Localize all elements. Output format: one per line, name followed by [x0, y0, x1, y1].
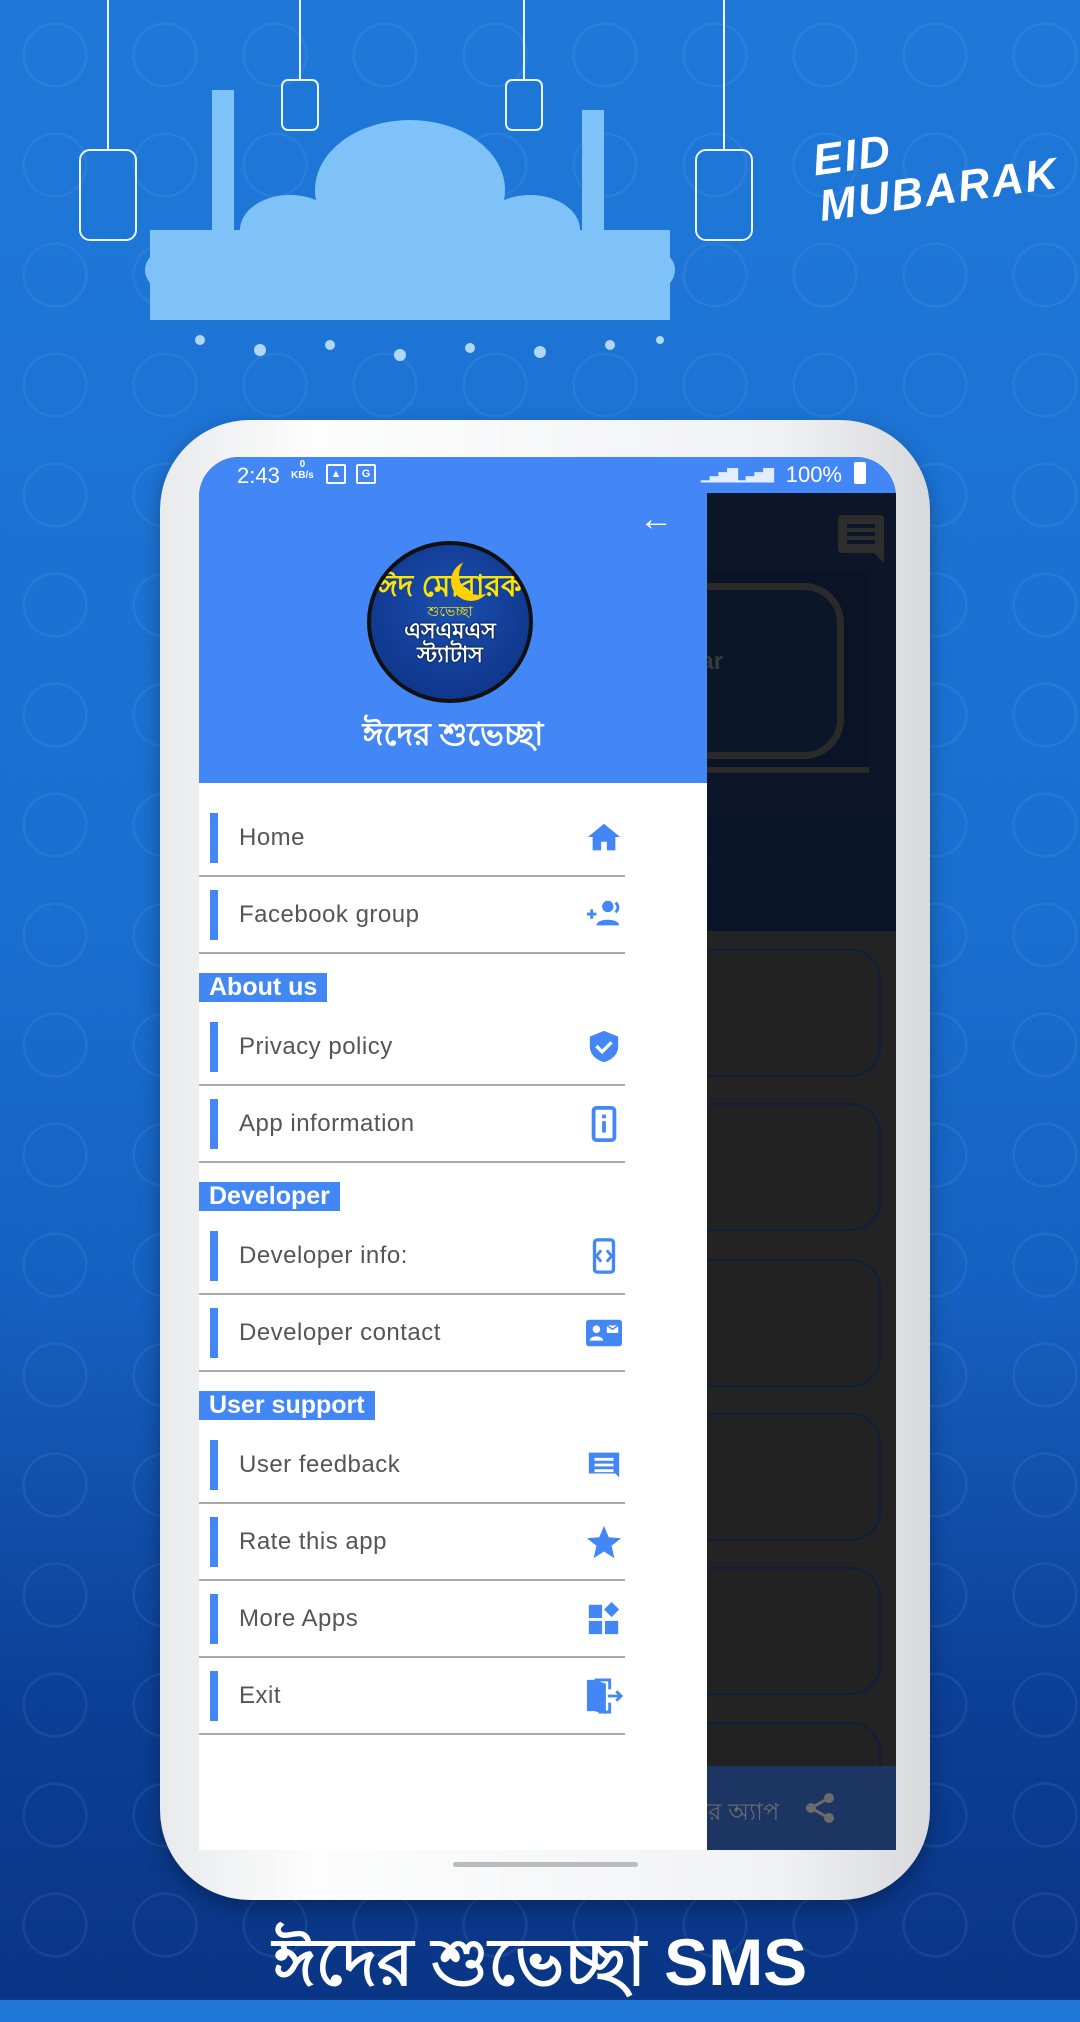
share-icon[interactable]	[805, 1792, 835, 1824]
battery-percent: 100%	[785, 462, 842, 487]
menu-item-user-feedback[interactable]: User feedback	[199, 1427, 625, 1504]
section-header: User support	[199, 1391, 375, 1420]
menu-item-rate-this-app[interactable]: Rate this app	[199, 1504, 625, 1581]
feedback-icon[interactable]	[838, 515, 884, 563]
menu-item-label: Rate this app	[239, 1528, 387, 1555]
menu-item-app-information[interactable]: App information	[199, 1086, 625, 1163]
menu-item-exit[interactable]: Exit	[199, 1658, 625, 1735]
menu-item-label: Developer info:	[239, 1242, 408, 1269]
status-time: 2:43	[237, 463, 280, 488]
item-accent-bar	[210, 1671, 218, 1721]
divider	[199, 1370, 625, 1372]
app-logo: ঈদ মোবারক শুভেচ্ছা এসএমএস স্ট্যাটাস	[367, 541, 533, 703]
promo-title: ঈদের শুভেচ্ছা SMS	[272, 1925, 808, 1999]
translate-icon: G	[356, 464, 376, 484]
divider	[199, 952, 625, 954]
shield-check-icon	[589, 1030, 619, 1063]
menu-item-privacy-policy[interactable]: Privacy policy	[199, 1009, 625, 1086]
menu-item-label: Privacy policy	[239, 1033, 393, 1060]
menu-item-home[interactable]: Home	[199, 800, 625, 877]
menu-item-label: Exit	[239, 1682, 282, 1709]
contact-mail-icon	[586, 1319, 622, 1347]
item-accent-bar	[210, 1594, 218, 1644]
group-add-icon	[586, 900, 620, 926]
crescent-moon-icon	[459, 555, 499, 595]
item-accent-bar	[210, 1440, 218, 1490]
home-icon	[587, 823, 621, 851]
menu-item-label: App information	[239, 1110, 415, 1137]
battery-icon	[854, 462, 866, 484]
item-accent-bar	[210, 1308, 218, 1358]
item-accent-bar	[210, 1517, 218, 1567]
menu-item-facebook-group[interactable]: Facebook group	[199, 877, 625, 954]
item-accent-bar	[210, 890, 218, 940]
menu-item-label: Developer contact	[239, 1319, 441, 1346]
arrow-left-icon[interactable]: ←	[639, 500, 673, 539]
item-accent-bar	[210, 1022, 218, 1072]
developer-mode-icon	[592, 1238, 616, 1274]
status-bar: 2:43 0 KB/s ▲ G ▁▃▅▇ ▁▃▅▇ 100%	[199, 457, 896, 493]
menu-item-label: Home	[239, 824, 306, 851]
section-header: Developer	[199, 1182, 340, 1211]
signal-icon: ▁▃▅▇	[736, 466, 774, 482]
menu-item-label: More Apps	[239, 1605, 359, 1632]
divider	[199, 1161, 625, 1163]
info-phone-icon	[591, 1106, 617, 1142]
menu-item-more-apps[interactable]: More Apps	[199, 1581, 625, 1658]
drawer-header: ← ঈদ মোবারক শুভেচ্ছা এসএমএস স্ট্যাটাস ঈদ…	[199, 493, 707, 783]
image-icon: ▲	[326, 464, 346, 484]
drawer-title: ঈদের শুভেচ্ছা	[362, 716, 544, 752]
section-header: About us	[199, 973, 328, 1002]
exit-door-icon	[586, 1678, 624, 1714]
home-indicator[interactable]	[453, 1862, 638, 1867]
menu-item-developer-contact[interactable]: Developer contact	[199, 1295, 625, 1372]
signal-icon: ▁▃▅▇	[700, 466, 738, 482]
item-accent-bar	[210, 1231, 218, 1281]
menu-item-label: Facebook group	[239, 901, 420, 928]
divider	[199, 1733, 625, 1735]
feedback-icon	[588, 1452, 620, 1478]
widgets-icon	[588, 1601, 620, 1635]
item-accent-bar	[210, 1099, 218, 1149]
menu-item-label: User feedback	[239, 1451, 401, 1478]
navigation-drawer: ← ঈদ মোবারক শুভেচ্ছা এসএমএস স্ট্যাটাস ঈদ…	[199, 493, 707, 1850]
network-speed: 0 KB/s	[291, 459, 314, 481]
star-icon	[586, 1525, 622, 1559]
menu-item-developer-info[interactable]: Developer info:	[199, 1218, 625, 1295]
item-accent-bar	[210, 813, 218, 863]
